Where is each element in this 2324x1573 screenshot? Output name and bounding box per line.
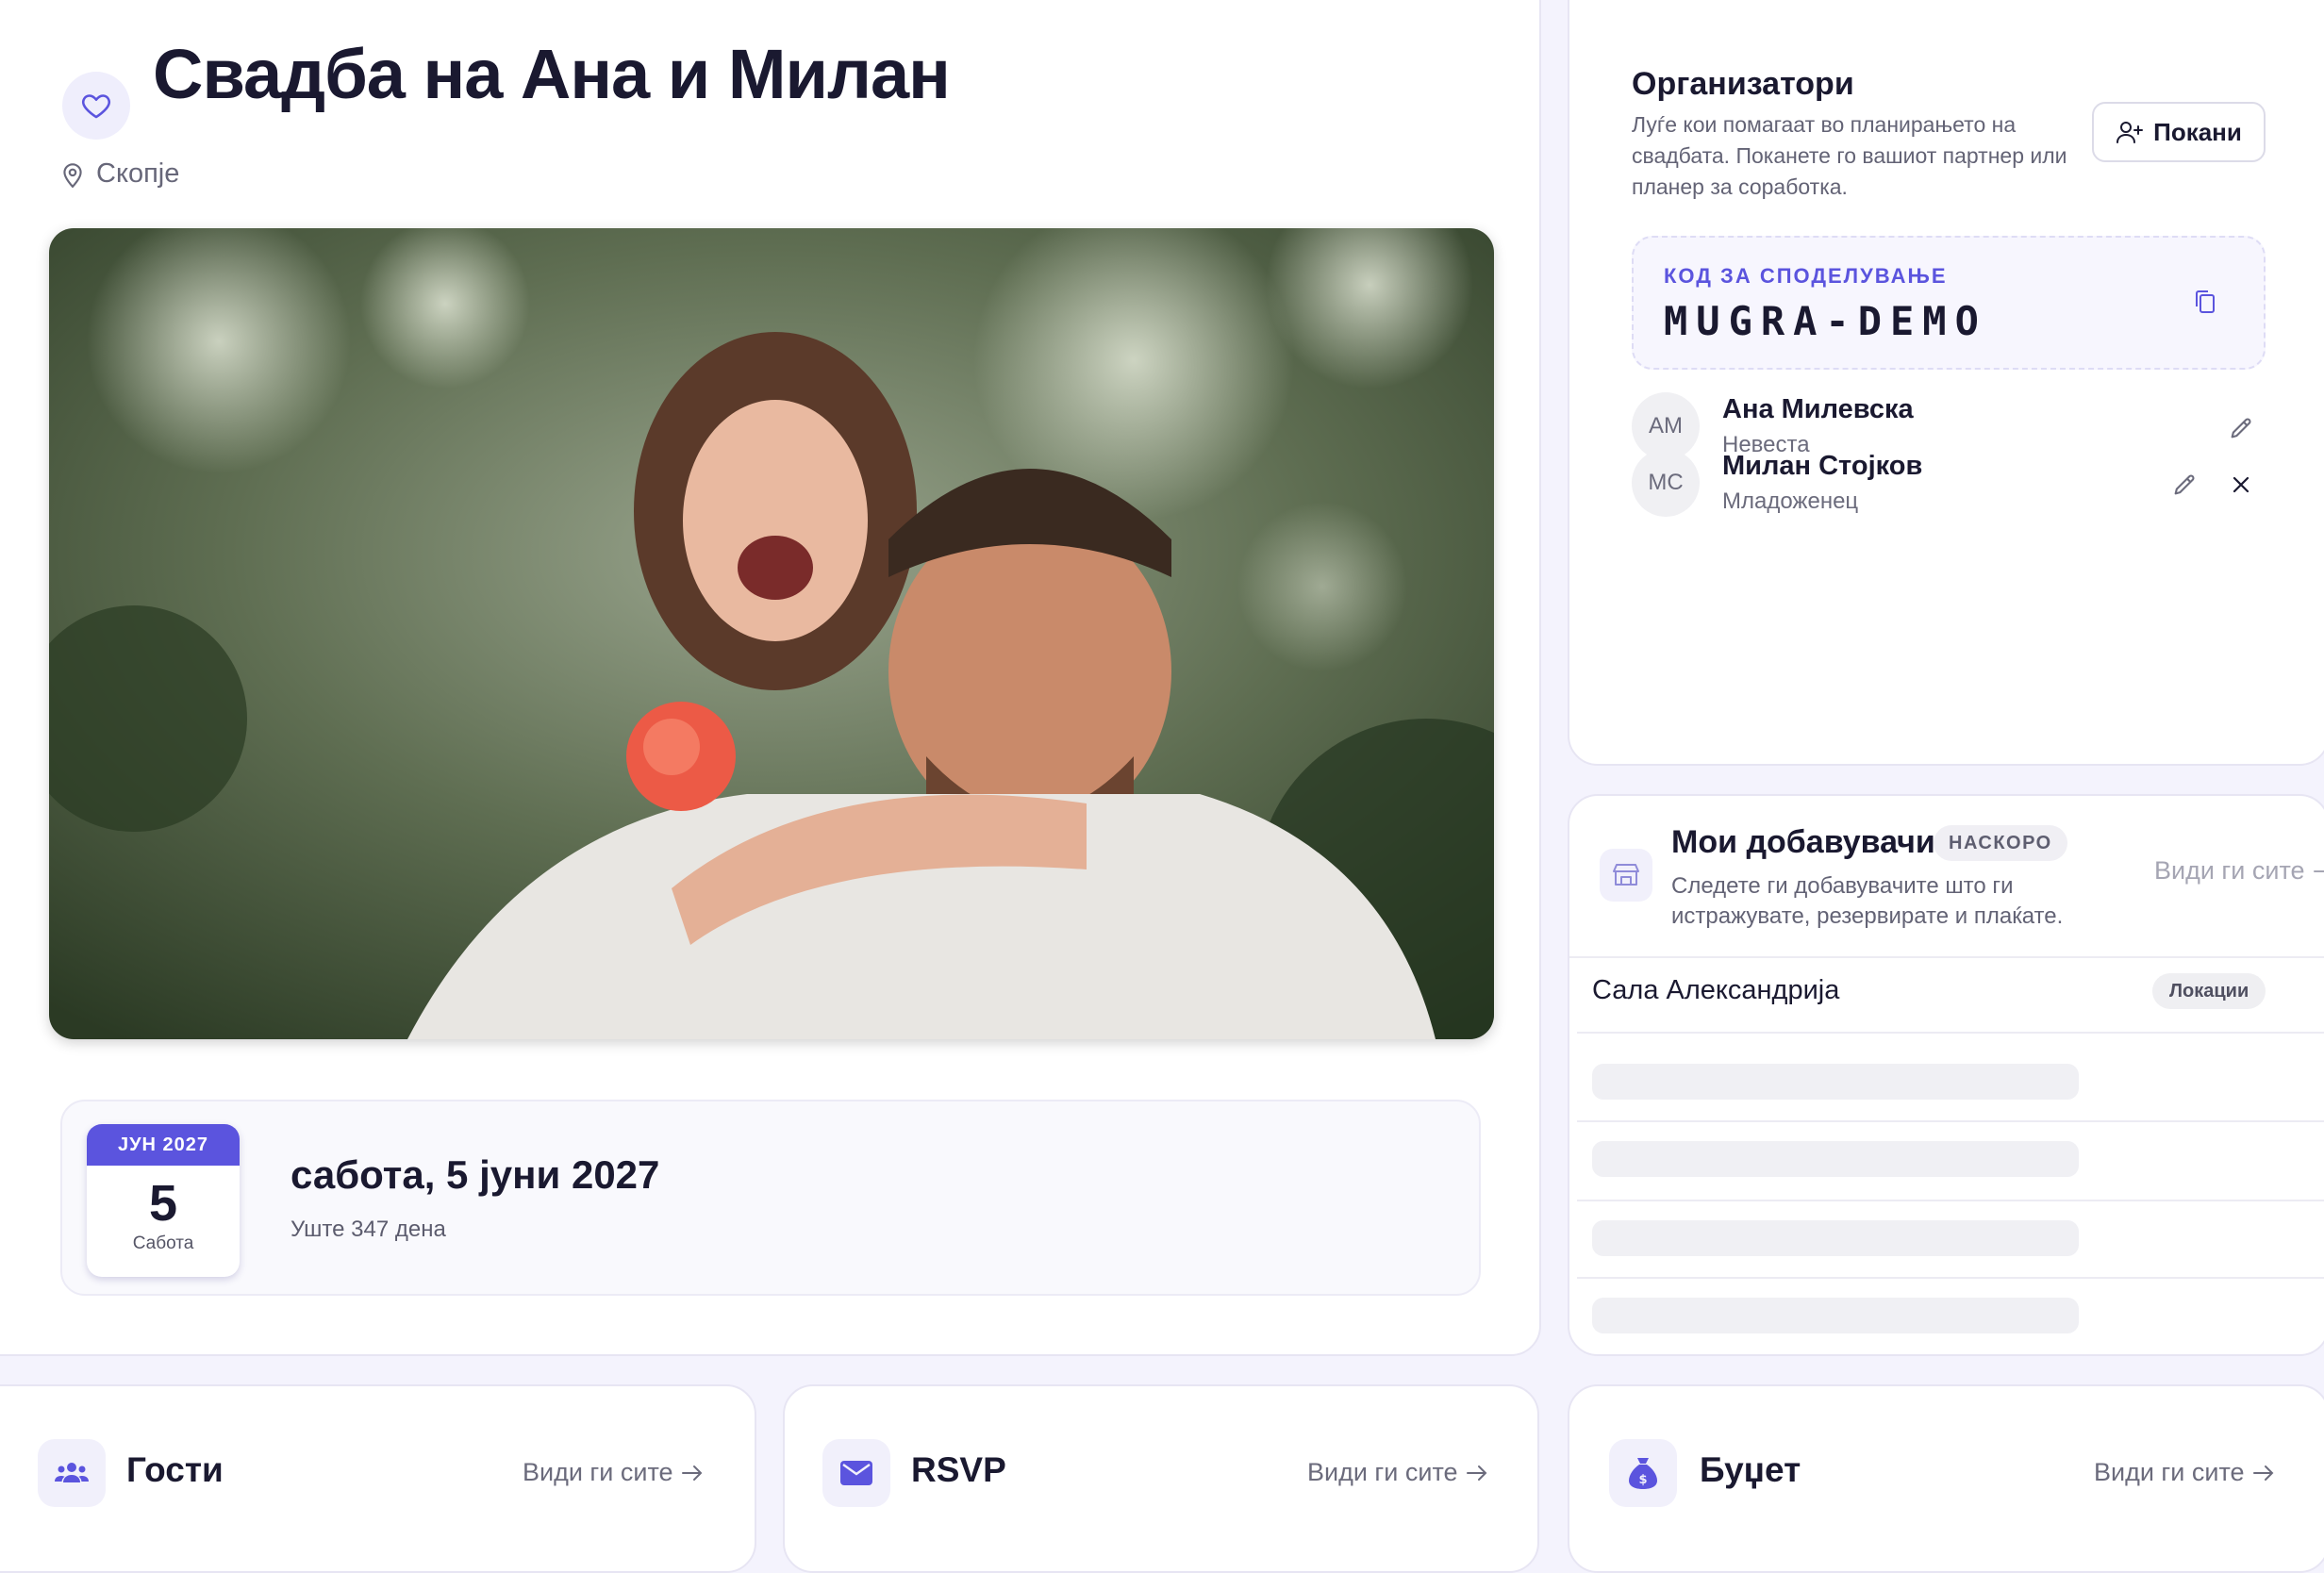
- guests-icon-tile: [38, 1439, 106, 1507]
- store-icon: [1613, 864, 1639, 886]
- countdown: Уште 347 дена: [290, 1217, 446, 1242]
- arrow-right-icon: [2252, 1465, 2273, 1481]
- organizer-name: Милан Стојков: [1722, 451, 1923, 481]
- invite-button[interactable]: Покани: [2092, 102, 2266, 162]
- divider: [1577, 1200, 2324, 1201]
- pencil-icon: [2231, 418, 2251, 439]
- wedding-date-panel: ЈУН 2027 5 Сабота сабота, 5 јуни 2027 Уш…: [60, 1100, 1481, 1296]
- vendors-card: Мои добавувачи НАСКОРО Следете ги добаву…: [1568, 794, 2324, 1356]
- divider: [1577, 1277, 2324, 1279]
- share-code-label: КОД ЗА СПОДЕЛУВАЊЕ: [1664, 264, 1948, 288]
- organizers-description: Луѓе кои помагаат во планирањето на свад…: [1632, 112, 2067, 199]
- see-all-label: Види ги сите: [523, 1458, 673, 1486]
- money-bag-icon: $: [1629, 1458, 1657, 1489]
- vendors-icon-tile: [1600, 849, 1652, 902]
- budget-icon-tile: $: [1609, 1439, 1677, 1507]
- divider: [1577, 1120, 2324, 1122]
- map-pin-icon: [63, 162, 82, 188]
- organizers-card: Организатори Луѓе кои помагаат во планир…: [1568, 0, 2324, 766]
- share-code: MUGRA-DEMO: [1664, 298, 1987, 344]
- close-icon: [2233, 476, 2249, 493]
- budget-see-all-link[interactable]: Види ги сите: [2094, 1458, 2275, 1487]
- remove-button[interactable]: [2222, 466, 2260, 504]
- page-title: Свадба на Ана и Милан: [153, 35, 951, 113]
- see-all-label: Види ги сите: [2154, 856, 2305, 885]
- users-icon: [55, 1463, 89, 1482]
- organizers-title: Организатори: [1632, 66, 1854, 102]
- location: Скопје: [60, 158, 179, 190]
- guests-card[interactable]: Гости Види ги сите: [0, 1384, 756, 1573]
- copy-code-button[interactable]: [2186, 283, 2224, 321]
- see-all-label: Види ги сите: [1307, 1458, 1458, 1486]
- guests-see-all-link[interactable]: Види ги сите: [523, 1458, 704, 1487]
- wedding-date: сабота, 5 јуни 2027: [290, 1152, 660, 1197]
- vendor-name: Сала Александрија: [1592, 975, 1840, 1005]
- rsvp-see-all-link[interactable]: Види ги сите: [1307, 1458, 1488, 1487]
- rsvp-card[interactable]: RSVP Види ги сите: [783, 1384, 1539, 1573]
- copy-icon: [2196, 290, 2215, 313]
- share-code-box: КОД ЗА СПОДЕЛУВАЊЕ MUGRA-DEMO: [1632, 236, 2266, 370]
- invite-label: Покани: [2153, 117, 2242, 146]
- pencil-icon: [2174, 474, 2195, 495]
- calendar-month: ЈУН 2027: [87, 1124, 240, 1166]
- calendar-tile: ЈУН 2027 5 Сабота: [87, 1124, 240, 1277]
- rsvp-title: RSVP: [911, 1450, 1006, 1489]
- edit-button[interactable]: [2222, 409, 2260, 447]
- wedding-hero-card: Свадба на Ана и Милан Скопје ЈУН 2027 5 …: [0, 0, 1541, 1356]
- location-label: Скопје: [96, 158, 180, 189]
- skeleton-row: [1592, 1220, 2079, 1256]
- user-plus-icon: [2116, 122, 2144, 143]
- rsvp-icon-tile: [822, 1439, 890, 1507]
- see-all-label: Види ги сите: [2094, 1458, 2245, 1486]
- calendar-day: 5: [148, 1175, 178, 1232]
- skeleton-row: [1592, 1064, 2079, 1100]
- vendors-description: Следете ги добавувачите што ги истражува…: [1671, 873, 2064, 929]
- vendors-see-all-link[interactable]: Види ги сите: [2154, 856, 2324, 886]
- svg-text:$: $: [1638, 1473, 1647, 1487]
- couple-photo: [49, 228, 1494, 1039]
- favorite-button[interactable]: [62, 72, 130, 140]
- arrow-right-icon: [1466, 1465, 1486, 1481]
- heart-icon: [82, 94, 110, 119]
- divider: [1569, 956, 2324, 958]
- calendar-weekday: Сабота: [132, 1234, 194, 1253]
- divider: [1577, 1032, 2324, 1034]
- skeleton-row: [1592, 1141, 2079, 1177]
- vendor-category-tag: Локации: [2152, 973, 2266, 1009]
- skeleton-row: [1592, 1298, 2079, 1333]
- avatar: МС: [1632, 449, 1700, 517]
- envelope-icon: [840, 1461, 872, 1485]
- coming-soon-badge: НАСКОРО: [1934, 825, 2067, 861]
- budget-card[interactable]: $ Буџет Види ги сите: [1568, 1384, 2324, 1573]
- organizer-name: Ана Милевска: [1722, 394, 1914, 424]
- organizer-role: Младоженец: [1722, 488, 1859, 514]
- guests-title: Гости: [126, 1450, 224, 1489]
- vendors-title: Мои добавувачи: [1671, 824, 1935, 860]
- arrow-right-icon: [2313, 869, 2324, 872]
- organizer-row: МС Милан Стојков Младоженец: [1632, 449, 2292, 521]
- budget-title: Буџет: [1700, 1450, 1801, 1489]
- arrow-right-icon: [681, 1465, 702, 1481]
- edit-button[interactable]: [2166, 466, 2203, 504]
